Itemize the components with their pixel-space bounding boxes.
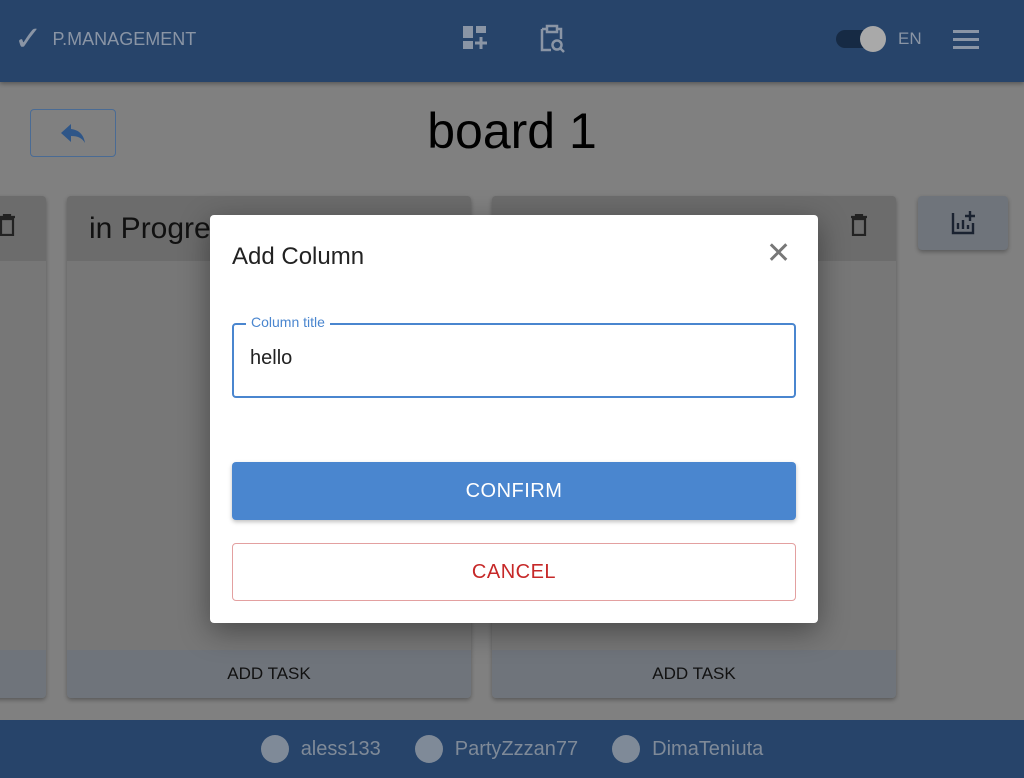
field-label: Column title xyxy=(246,314,330,330)
logo-text: P.MANAGEMENT xyxy=(52,28,197,49)
github-icon xyxy=(260,735,289,763)
theme-toggle[interactable] xyxy=(836,26,886,52)
dialog-title: Add Column xyxy=(232,243,365,270)
trash-icon[interactable] xyxy=(850,214,868,236)
trash-icon[interactable] xyxy=(0,214,16,236)
board-title: board 1 xyxy=(427,103,597,159)
add-task-button[interactable]: ADD TASK xyxy=(67,650,471,698)
column-title-field: Column title xyxy=(232,314,796,398)
language-switch[interactable]: EN xyxy=(898,29,922,49)
search-task-icon[interactable] xyxy=(538,24,566,54)
github-icon xyxy=(612,735,641,763)
check-icon: ✓ xyxy=(14,20,43,58)
column-title-input[interactable] xyxy=(250,347,750,370)
add-chart-icon xyxy=(951,211,975,235)
github-icon xyxy=(414,735,443,763)
logo[interactable]: ✓ P.MANAGEMENT xyxy=(14,22,196,56)
app-footer: aless133 PartyZzzan77 DimaTeniuta xyxy=(0,720,1024,778)
github-link[interactable]: DimaTeniuta xyxy=(612,735,763,763)
add-column-button[interactable] xyxy=(918,196,1008,250)
confirm-button[interactable]: CONFIRM xyxy=(232,462,796,520)
add-column-dialog: Add Column ✕ Column title CONFIRM CANCEL xyxy=(210,215,818,623)
add-task-button[interactable]: ADD TASK xyxy=(492,650,896,698)
cancel-button[interactable]: CANCEL xyxy=(232,543,796,601)
close-icon[interactable]: ✕ xyxy=(766,239,791,269)
add-board-icon[interactable] xyxy=(462,24,490,54)
menu-icon[interactable] xyxy=(953,30,979,50)
app-header: ✓ P.MANAGEMENT EN xyxy=(0,0,1024,82)
github-link[interactable]: PartyZzzan77 xyxy=(414,735,578,763)
board-column xyxy=(0,196,46,698)
github-link[interactable]: aless133 xyxy=(260,735,381,763)
